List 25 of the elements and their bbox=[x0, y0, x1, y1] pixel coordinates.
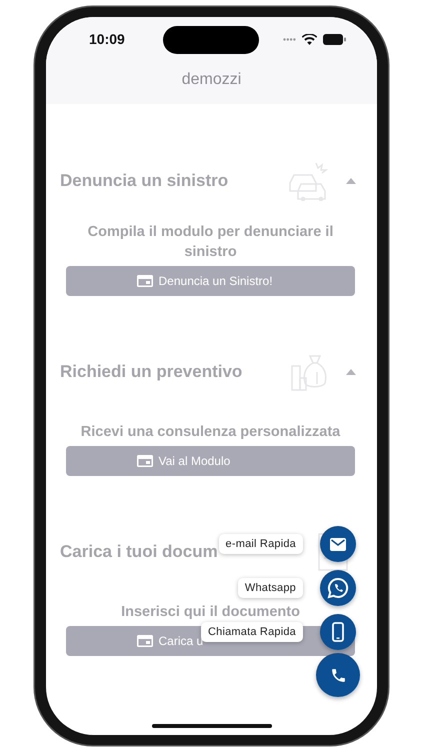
section-title: Denuncia un sinistro bbox=[60, 171, 228, 191]
section-description: Compila il modulo per denunciare il sinistro bbox=[86, 223, 334, 262]
signal-icon bbox=[283, 38, 296, 40]
phone-icon bbox=[330, 666, 346, 684]
form-icon bbox=[136, 635, 152, 647]
section-title: Richiedi un preventivo bbox=[60, 362, 242, 382]
whatsapp-icon bbox=[327, 577, 349, 599]
mobile-action-button[interactable] bbox=[320, 614, 356, 650]
mail-icon bbox=[330, 538, 346, 550]
section-description: Ricevi una consulenza personalizzata bbox=[80, 423, 340, 442]
section-description: Inserisci qui il documento bbox=[121, 603, 300, 622]
action-label[interactable]: Whatsapp bbox=[238, 578, 303, 598]
form-icon bbox=[136, 455, 152, 467]
status-time: 10:09 bbox=[89, 31, 125, 47]
wifi-icon bbox=[302, 34, 317, 44]
section-title: Carica i tuoi docum bbox=[60, 542, 218, 562]
contact-fab[interactable] bbox=[316, 653, 360, 697]
mobile-phone-icon bbox=[332, 622, 344, 642]
email-action-button[interactable] bbox=[320, 526, 356, 562]
whatsapp-action-button[interactable] bbox=[320, 570, 356, 606]
app-title: demozzi bbox=[180, 71, 242, 89]
action-label[interactable]: Chiamata Rapida bbox=[201, 622, 303, 642]
battery-icon bbox=[323, 34, 346, 44]
action-label[interactable]: e-mail Rapida bbox=[218, 534, 303, 554]
form-icon bbox=[136, 275, 152, 287]
